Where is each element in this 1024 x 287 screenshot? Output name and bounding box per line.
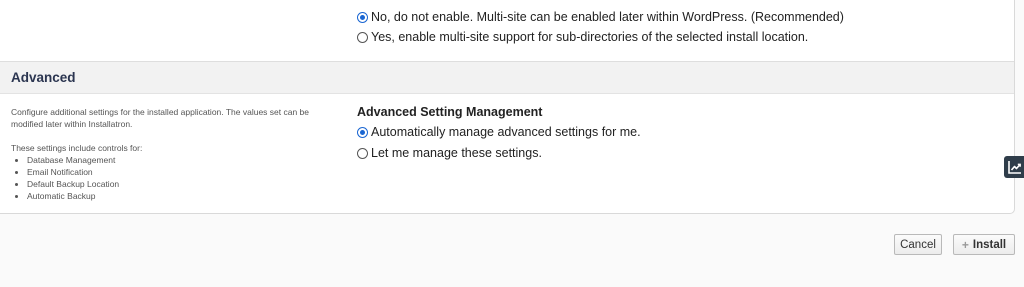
side-chart-tab[interactable] xyxy=(1004,156,1024,178)
list-item: Database Management xyxy=(27,154,336,166)
list-item: Default Backup Location xyxy=(27,178,336,190)
multisite-option-no[interactable]: No, do not enable. Multi-site can be ena… xyxy=(357,10,844,24)
multisite-option-yes[interactable]: Yes, enable multi-site support for sub-d… xyxy=(357,30,808,44)
cancel-button[interactable]: Cancel xyxy=(894,234,942,255)
description-text: Configure additional settings for the in… xyxy=(11,107,310,129)
management-option-label: Let me manage these settings. xyxy=(371,146,542,160)
controls-intro: These settings include controls for: xyxy=(11,143,143,153)
management-option-label: Automatically manage advanced settings f… xyxy=(371,125,641,139)
controls-list: Database Management Email Notification D… xyxy=(11,154,336,202)
cancel-label: Cancel xyxy=(900,238,936,251)
plus-icon: + xyxy=(961,237,969,252)
chart-trend-icon xyxy=(1008,161,1021,174)
settings-panel: No, do not enable. Multi-site can be ena… xyxy=(0,0,1015,214)
install-label: Install xyxy=(972,238,1007,251)
multisite-option-label: Yes, enable multi-site support for sub-d… xyxy=(371,30,809,44)
radio-selected[interactable] xyxy=(357,11,368,23)
management-option-auto[interactable]: Automatically manage advanced settings f… xyxy=(357,125,641,139)
radio-unselected[interactable] xyxy=(357,147,368,159)
install-page: No, do not enable. Multi-site can be ena… xyxy=(0,0,1024,287)
list-item: Email Notification xyxy=(27,166,336,178)
multisite-option-label: No, do not enable. Multi-site can be ena… xyxy=(371,10,844,24)
management-title: Advanced Setting Management xyxy=(357,105,543,119)
install-button[interactable]: + Install xyxy=(953,234,1015,255)
advanced-section-header: Advanced xyxy=(0,61,1014,94)
radio-unselected[interactable] xyxy=(357,31,368,43)
management-option-manual[interactable]: Let me manage these settings. xyxy=(357,146,542,160)
radio-selected[interactable] xyxy=(357,126,368,138)
list-item: Automatic Backup xyxy=(27,190,336,202)
advanced-description: Configure additional settings for the in… xyxy=(11,106,336,202)
section-title: Advanced xyxy=(11,70,76,85)
